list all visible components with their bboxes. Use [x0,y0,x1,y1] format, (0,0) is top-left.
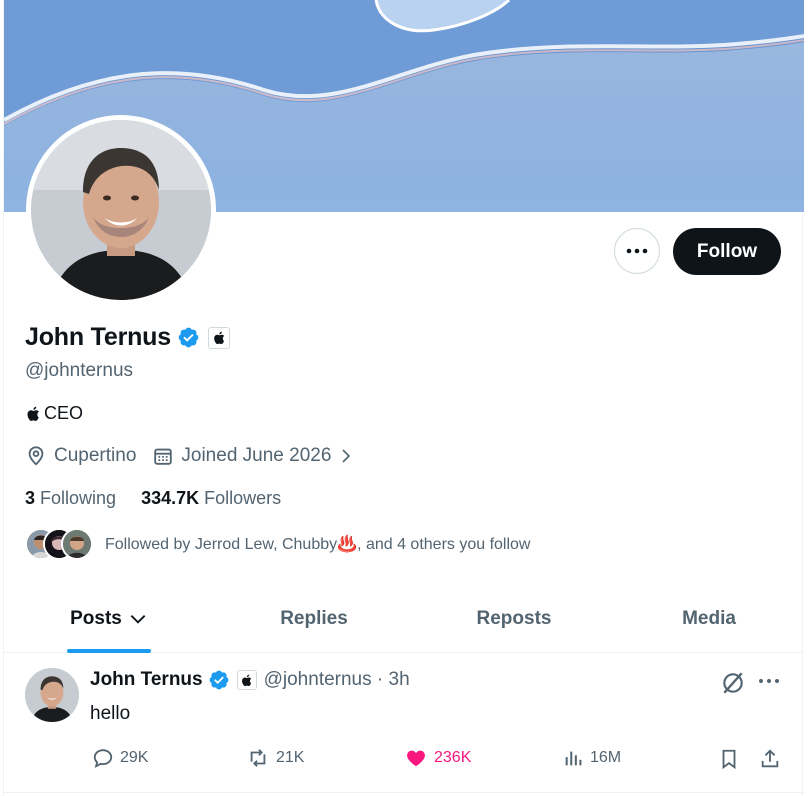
followed-by-text: Followed by Jerrod Lew, Chubby♨️, and 4 … [105,536,531,553]
join-date[interactable]: Joined June 2026 [152,445,355,467]
affiliation-badge[interactable] [207,326,230,349]
avatar[interactable] [31,120,211,300]
mutual-avatars [25,528,93,560]
reply-icon [93,749,113,769]
tab-label: Media [682,608,736,629]
post-item[interactable]: John Ternus @johnternus · 3h hello 29K 2… [4,652,804,793]
tab-reposts[interactable]: Reposts [414,586,614,652]
reply-count: 29K [120,749,149,766]
followers-label: Followers [204,488,282,508]
more-options-button[interactable] [614,228,660,274]
calendar-icon [154,448,173,465]
follow-counts: 3 Following 334.7K Followers [25,488,281,509]
post-actions: 29K 21K 236K 16M [90,747,780,771]
tab-label: Replies [280,608,348,629]
location-pin-icon [28,446,44,466]
views-chart-icon [565,751,582,766]
join-date-text: Joined June 2026 [181,445,332,466]
following-label: Following [40,488,117,508]
views-button[interactable]: 16M [562,747,621,769]
post-text: hello [90,703,131,724]
apple-logo-icon [242,674,252,686]
followers-link[interactable]: 334.7K Followers [141,488,281,509]
profile-tabs: Posts Replies Reposts Media [4,586,804,653]
following-count: 3 [25,488,36,508]
location: Cupertino [25,445,136,467]
verified-badge-icon[interactable] [208,669,230,691]
chevron-right-icon [342,449,351,463]
profile-name-row: John Ternus [25,323,230,352]
affiliation-badge[interactable] [236,670,257,690]
tab-label: Posts [70,608,122,629]
display-name: John Ternus [25,323,171,351]
avatar-photo [25,668,79,722]
profile-page: Follow John Ternus @johnternus CEO Cuper… [3,0,804,796]
repost-count: 21K [276,749,305,766]
follow-button[interactable]: Follow [673,228,781,275]
views-count: 16M [590,749,622,766]
tab-media[interactable]: Media [614,586,804,652]
chevron-down-icon [130,615,146,624]
post-header: John Ternus @johnternus · 3h [90,669,410,691]
share-icon [761,749,779,768]
apple-logo-icon [27,406,39,421]
bio-text: CEO [44,403,84,423]
tab-replies[interactable]: Replies [214,586,414,652]
following-link[interactable]: 3 Following [25,488,116,509]
bookmark-icon [722,749,736,770]
profile-avatar-frame [26,115,216,305]
repost-button[interactable]: 21K [246,747,304,769]
profile-meta: Cupertino Joined June 2026 [25,445,355,467]
location-text: Cupertino [54,445,137,466]
tab-posts[interactable]: Posts [4,586,214,653]
like-count: 236K [434,749,472,766]
repost-icon [250,749,266,767]
post-author-name[interactable]: John Ternus [90,669,203,691]
bookmark-button[interactable] [718,747,746,771]
verified-badge-icon[interactable] [177,326,200,349]
followers-count: 334.7K [141,488,200,508]
grok-icon[interactable] [720,670,746,696]
post-avatar[interactable] [25,668,79,722]
profile-bio: CEO [26,403,83,424]
apple-logo-icon [214,331,225,344]
share-button[interactable] [759,747,787,771]
profile-handle: @johnternus [25,360,134,381]
post-author-handle[interactable]: @johnternus · 3h [264,669,410,691]
heart-icon [407,750,425,767]
avatar-photo [31,120,211,300]
more-dots-icon [626,248,648,254]
like-button[interactable]: 236K [404,747,471,769]
mutual-avatar [61,528,93,560]
reply-button[interactable]: 29K [92,747,148,769]
post-more-icon[interactable] [758,670,780,692]
tab-label: Reposts [476,608,552,629]
followed-by-row[interactable]: Followed by Jerrod Lew, Chubby♨️, and 4 … [25,528,530,560]
